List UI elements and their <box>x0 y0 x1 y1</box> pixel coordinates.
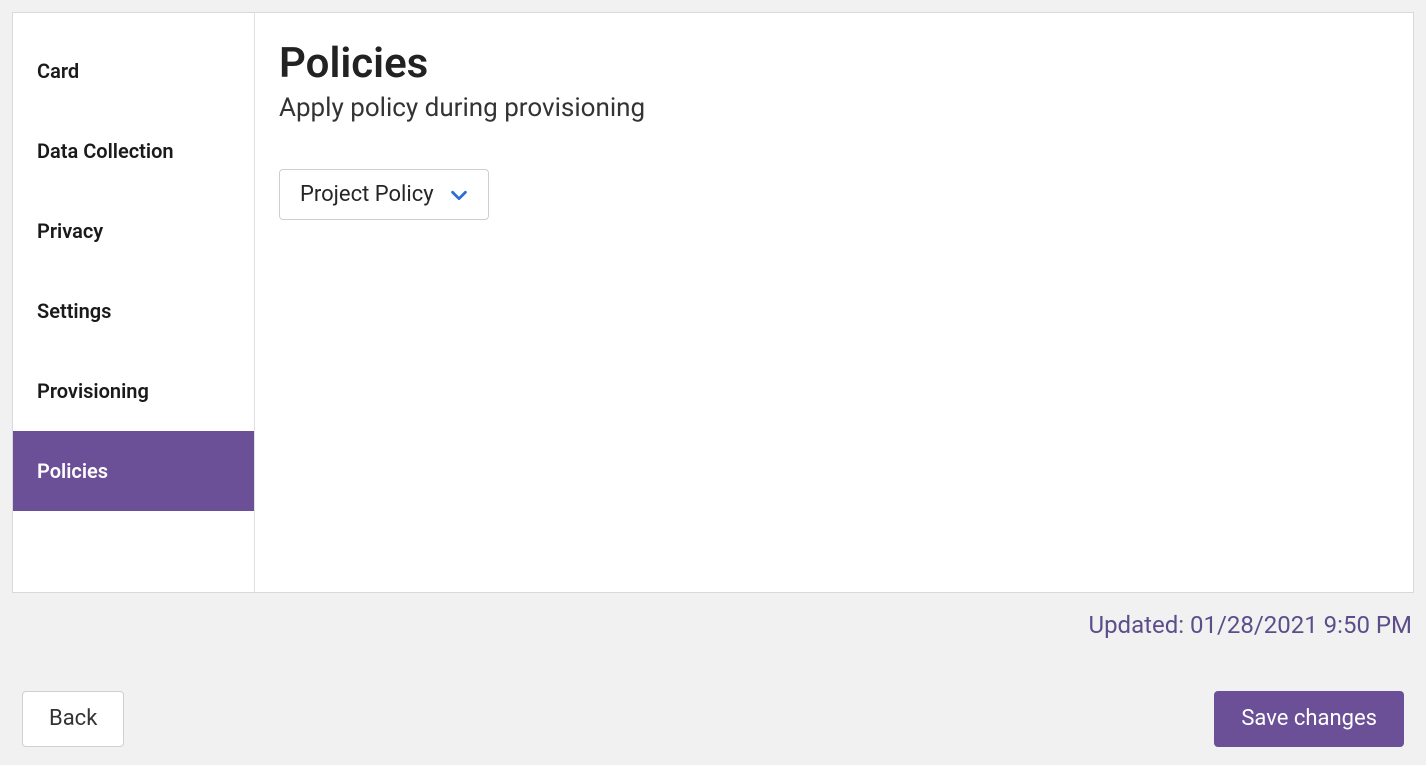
back-button[interactable]: Back <box>22 691 124 747</box>
chevron-down-icon <box>448 184 470 206</box>
save-changes-button[interactable]: Save changes <box>1214 691 1404 747</box>
sidebar-item-data-collection[interactable]: Data Collection <box>13 111 254 191</box>
sidebar-item-label: Card <box>37 59 79 83</box>
sidebar-item-label: Privacy <box>37 219 103 243</box>
sidebar-item-label: Provisioning <box>37 379 149 403</box>
sidebar: Card Data Collection Privacy Settings Pr… <box>13 13 255 592</box>
dropdown-selected-label: Project Policy <box>300 182 434 207</box>
page-title: Policies <box>279 41 1389 87</box>
sidebar-item-provisioning[interactable]: Provisioning <box>13 351 254 431</box>
page-subtitle: Apply policy during provisioning <box>279 93 1389 123</box>
sidebar-item-card[interactable]: Card <box>13 31 254 111</box>
updated-timestamp: Updated: 01/28/2021 9:50 PM <box>12 611 1414 639</box>
policy-dropdown[interactable]: Project Policy <box>279 169 489 220</box>
footer-actions: Back Save changes <box>22 691 1404 747</box>
main-content: Policies Apply policy during provisionin… <box>255 13 1413 592</box>
settings-panel: Card Data Collection Privacy Settings Pr… <box>12 12 1414 593</box>
sidebar-item-label: Policies <box>37 459 108 483</box>
sidebar-item-policies[interactable]: Policies <box>13 431 254 511</box>
sidebar-item-settings[interactable]: Settings <box>13 271 254 351</box>
sidebar-item-label: Settings <box>37 299 111 323</box>
sidebar-item-label: Data Collection <box>37 139 174 163</box>
sidebar-item-privacy[interactable]: Privacy <box>13 191 254 271</box>
